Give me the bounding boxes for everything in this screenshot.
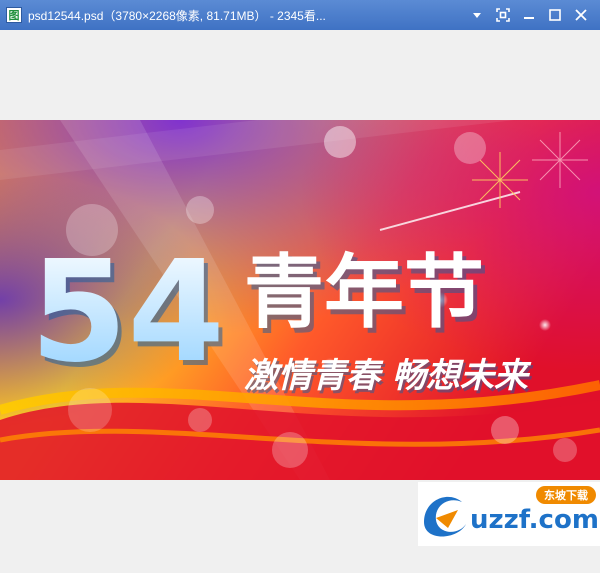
window-title: psd12544.psd（3780×2268像素, 81.71MB） - 234… [28, 8, 326, 23]
maximize-icon[interactable] [542, 0, 568, 30]
banner-number: 54 [30, 231, 225, 394]
banner-headline: 青年节 [244, 246, 484, 339]
fit-screen-icon[interactable] [490, 0, 516, 30]
banner-image: 54 54 青年节 青年节 激情青春 畅想未来 激情青春 畅想未来 [0, 120, 600, 480]
watermark-logo: uzzf.com 东坡下载 [418, 482, 600, 546]
dropdown-icon[interactable] [464, 0, 490, 30]
close-icon[interactable] [568, 0, 594, 30]
banner-slogan: 激情青春 畅想未来 [244, 356, 532, 396]
watermark-badge: 东坡下载 [544, 488, 588, 502]
app-icon[interactable]: 图 [6, 7, 22, 23]
image-viewer-canvas[interactable]: 54 54 青年节 青年节 激情青春 畅想未来 激情青春 畅想未来 uzzf.c… [0, 30, 600, 573]
minimize-icon[interactable] [516, 0, 542, 30]
watermark-brand: uzzf.com [470, 505, 599, 535]
window-titlebar: 图 psd12544.psd（3780×2268像素, 81.71MB） - 2… [0, 0, 600, 30]
